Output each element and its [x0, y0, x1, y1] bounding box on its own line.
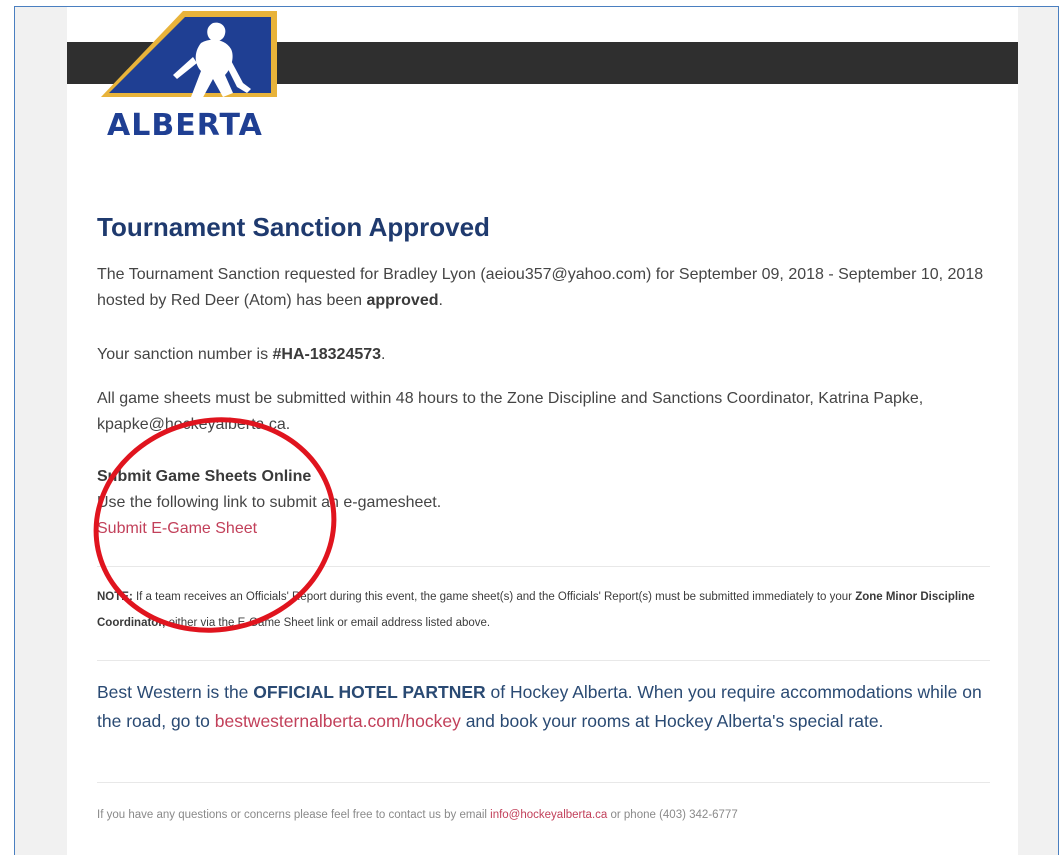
submit-egame-sheet-link[interactable]: Submit E-Game Sheet	[97, 520, 257, 537]
note-paragraph: NOTE: If a team receives an Officials' R…	[97, 584, 990, 636]
browser-frame: ALBERTA Tournament Sanction Approved The…	[14, 6, 1059, 855]
intro-text: The Tournament Sanction requested for Br…	[97, 266, 984, 309]
note-text: If a team receives an Officials' Report …	[132, 591, 856, 603]
game-sheets-paragraph: All game sheets must be submitted within…	[97, 390, 924, 433]
sanction-prefix: Your sanction number is	[97, 346, 273, 363]
submit-title: Submit Game Sheets Online	[97, 468, 312, 485]
divider	[97, 566, 990, 567]
approved-status: approved	[366, 292, 439, 309]
hockey-alberta-logo[interactable]: ALBERTA	[101, 7, 281, 150]
partner-text: and book your rooms at Hockey Alberta's …	[460, 711, 884, 731]
note-end: either via the E-Game Sheet link or emai…	[165, 617, 491, 629]
submit-description: Use the following link to submit an e-ga…	[97, 494, 442, 511]
sanction-number: #HA-18324573	[272, 346, 382, 363]
svg-text:ALBERTA: ALBERTA	[107, 108, 263, 143]
intro-end: .	[438, 292, 443, 309]
sanction-paragraph: Your sanction number is #HA-18324573.	[97, 342, 386, 368]
note-label: NOTE:	[97, 591, 133, 603]
footer-contact: If you have any questions or concerns pl…	[97, 806, 990, 824]
partner-paragraph: Best Western is the OFFICIAL HOTEL PARTN…	[97, 678, 990, 736]
contact-email-link[interactable]: info@hockeyalberta.ca	[490, 809, 607, 821]
divider	[97, 660, 990, 661]
email-body: ALBERTA Tournament Sanction Approved The…	[67, 7, 1018, 855]
footer-text: If you have any questions or concerns pl…	[97, 809, 491, 821]
sanction-end: .	[381, 346, 386, 363]
submit-section: Submit Game Sheets Online Use the follow…	[97, 464, 441, 542]
bestwestern-link[interactable]: bestwesternalberta.com/hockey	[215, 711, 461, 731]
page-title: Tournament Sanction Approved	[97, 212, 490, 242]
intro-paragraph: The Tournament Sanction requested for Br…	[97, 262, 990, 314]
divider	[97, 782, 990, 783]
partner-highlight: OFFICIAL HOTEL PARTNER	[253, 682, 486, 702]
footer-phone: or phone (403) 342-6777	[607, 809, 738, 821]
partner-text: Best Western is the	[97, 682, 254, 702]
hockey-player-icon: ALBERTA	[101, 11, 277, 143]
